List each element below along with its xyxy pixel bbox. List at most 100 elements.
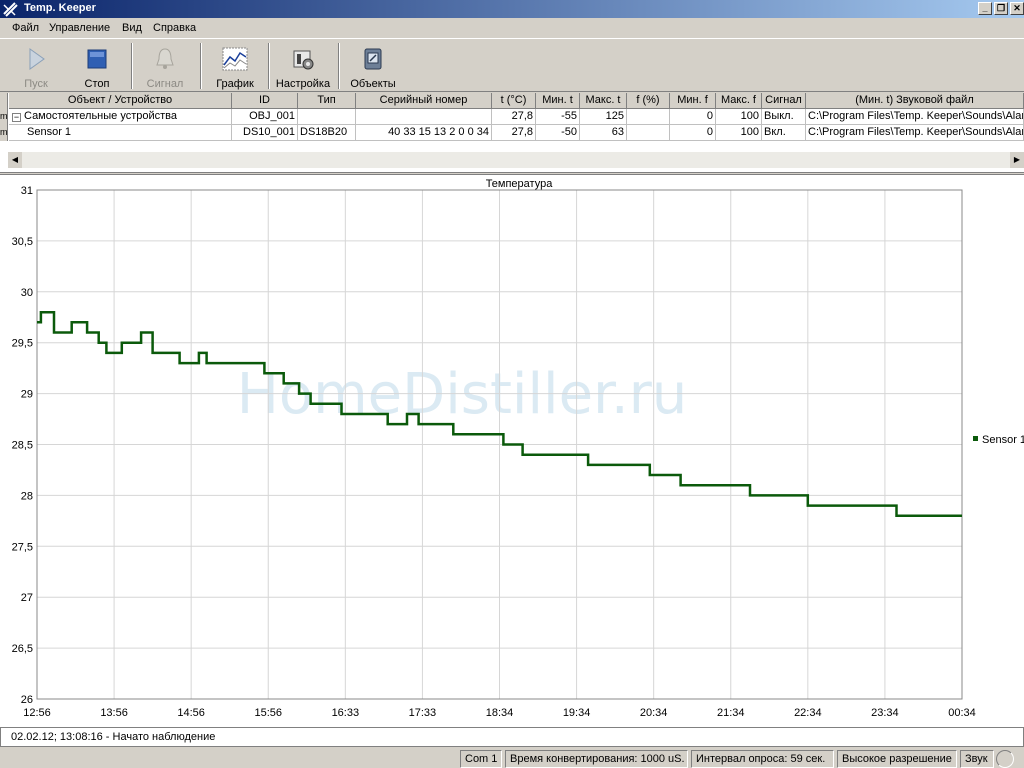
x-tick-label: 17:33 bbox=[409, 707, 437, 719]
x-tick-label: 20:34 bbox=[640, 707, 668, 719]
x-tick-label: 22:34 bbox=[794, 707, 822, 719]
column-header-signal[interactable]: Сигнал bbox=[762, 93, 806, 109]
chart-icon bbox=[222, 47, 248, 71]
status-port: Com 1 bbox=[460, 750, 502, 768]
x-tick-label: 00:34 bbox=[948, 707, 976, 719]
y-tick-label: 29 bbox=[21, 389, 33, 401]
table-cell: OBJ_001 bbox=[232, 109, 298, 125]
start-button[interactable]: Пуск bbox=[8, 41, 64, 91]
sound-indicator-icon[interactable] bbox=[996, 750, 1014, 768]
table-cell: 125 bbox=[580, 109, 627, 125]
toolbar-separator bbox=[268, 43, 270, 89]
table-cell: C:\Program Files\Temp. Keeper\Sounds\Ala… bbox=[806, 125, 1024, 141]
toolbar-separator bbox=[131, 43, 133, 89]
column-header-min-f[interactable]: Мин. f bbox=[670, 93, 716, 109]
table-cell: 0 bbox=[670, 109, 716, 125]
bell-icon bbox=[156, 48, 174, 69]
x-tick-label: 12:56 bbox=[23, 707, 51, 719]
stop-button[interactable]: Стоп bbox=[68, 41, 126, 91]
legend-sensor-1: Sensor 1 bbox=[982, 434, 1024, 446]
table-cell: 100 bbox=[716, 109, 762, 125]
event-log[interactable]: 02.02.12; 13:08:16 - Начато наблюдение bbox=[0, 727, 1024, 747]
play-icon bbox=[29, 48, 45, 70]
minimize-button[interactable]: _ bbox=[978, 2, 992, 15]
column-header-max-f[interactable]: Макс. f bbox=[716, 93, 762, 109]
column-header-id[interactable]: ID bbox=[232, 93, 298, 109]
objects-button[interactable]: Объекты bbox=[344, 41, 402, 91]
y-tick-label: 29,5 bbox=[12, 338, 33, 350]
settings-icon bbox=[293, 50, 314, 70]
status-interval: Интервал опроса: 59 сек. bbox=[691, 750, 834, 768]
menu-file[interactable]: Файл bbox=[12, 22, 39, 34]
y-tick-label: 27,5 bbox=[12, 541, 33, 553]
column-header-type[interactable]: Тип bbox=[298, 93, 356, 109]
table-cell bbox=[627, 125, 670, 141]
table-cell bbox=[298, 109, 356, 125]
scroll-left-icon[interactable]: ◀ bbox=[8, 152, 22, 168]
table-cell: -50 bbox=[536, 125, 580, 141]
status-bar: Com 1 Время конвертирования: 1000 uS. Ин… bbox=[0, 749, 1024, 768]
column-header-sound-file[interactable]: (Мин. t) Звуковой файл bbox=[806, 93, 1024, 109]
window-title: Temp. Keeper bbox=[24, 2, 96, 14]
x-tick-label: 19:34 bbox=[563, 707, 591, 719]
table-cell: 63 bbox=[580, 125, 627, 141]
table-cell: Выкл. bbox=[762, 109, 806, 125]
table-cell: 40 33 15 13 2 0 0 34 bbox=[356, 125, 492, 141]
table-cell: DS18B20 bbox=[298, 125, 356, 141]
x-tick-label: 18:34 bbox=[486, 707, 514, 719]
status-resolution: Высокое разрешение bbox=[837, 750, 957, 768]
table-cell: -55 bbox=[536, 109, 580, 125]
y-tick-label: 30,5 bbox=[12, 236, 33, 248]
x-tick-label: 23:34 bbox=[871, 707, 899, 719]
menu-view[interactable]: Вид bbox=[122, 22, 142, 34]
column-header-max-t[interactable]: Макс. t bbox=[580, 93, 627, 109]
chart-title: Температура bbox=[486, 178, 554, 190]
temperature-chart-panel: HomeDistiller.ru Температура 26 26,5 27 27,… bbox=[0, 174, 1024, 727]
y-tick-label: 31 bbox=[21, 185, 33, 197]
close-button[interactable]: ✕ bbox=[1010, 2, 1024, 15]
table-cell: Вкл. bbox=[762, 125, 806, 141]
log-line: 02.02.12; 13:08:16 - Начато наблюдение bbox=[11, 731, 216, 743]
menu-help[interactable]: Справка bbox=[153, 22, 196, 34]
y-tick-label: 27 bbox=[21, 592, 33, 604]
column-header-min-t[interactable]: Мин. t bbox=[536, 93, 580, 109]
menu-bar: Файл Управление Вид Справка bbox=[0, 19, 1024, 37]
column-header-humidity[interactable]: f (%) bbox=[627, 93, 670, 109]
table-cell: 27,8 bbox=[492, 125, 536, 141]
row-indicator: m bbox=[0, 111, 8, 121]
objects-icon bbox=[364, 48, 382, 70]
scroll-right-icon[interactable]: ▶ bbox=[1010, 152, 1024, 168]
status-conversion: Время конвертирования: 1000 uS. bbox=[505, 750, 688, 768]
x-tick-label: 13:56 bbox=[100, 707, 128, 719]
column-header-serial[interactable]: Серийный номер bbox=[356, 93, 492, 109]
stop-icon bbox=[87, 49, 107, 69]
x-tick-label: 14:56 bbox=[177, 707, 205, 719]
table-row-object[interactable]: Sensor 1 bbox=[9, 125, 232, 141]
collapse-icon[interactable]: − bbox=[12, 113, 21, 122]
signal-button[interactable]: Сигнал bbox=[136, 41, 194, 91]
restore-button[interactable]: ❐ bbox=[994, 2, 1008, 15]
row-indicator-column: m m bbox=[0, 93, 8, 141]
title-bar: Temp. Keeper _ ❐ ✕ bbox=[0, 0, 1024, 18]
table-cell bbox=[627, 109, 670, 125]
table-cell: 27,8 bbox=[492, 109, 536, 125]
column-header-object[interactable]: Объект / Устройство bbox=[9, 93, 232, 109]
x-tick-label: 15:56 bbox=[254, 707, 282, 719]
chart-button[interactable]: График bbox=[206, 41, 264, 91]
column-header-temperature[interactable]: t (°C) bbox=[492, 93, 536, 109]
y-tick-label: 28,5 bbox=[12, 440, 33, 452]
menu-control[interactable]: Управление bbox=[49, 22, 110, 34]
table-cell: 100 bbox=[716, 125, 762, 141]
x-tick-label: 16:33 bbox=[332, 707, 360, 719]
horizontal-scrollbar[interactable]: ◀ ▶ bbox=[8, 152, 1024, 168]
app-icon bbox=[3, 2, 18, 17]
toolbar-separator bbox=[338, 43, 340, 89]
table-cell: 0 bbox=[670, 125, 716, 141]
legend-swatch bbox=[973, 436, 978, 441]
y-tick-label: 26 bbox=[21, 694, 33, 706]
status-sound: Звук bbox=[960, 750, 994, 768]
settings-button[interactable]: Настройка bbox=[273, 41, 333, 91]
table-cell: C:\Program Files\Temp. Keeper\Sounds\Ala… bbox=[806, 109, 1024, 125]
table-row-object[interactable]: − Самостоятельные устройства bbox=[9, 109, 232, 125]
table-cell bbox=[356, 109, 492, 125]
